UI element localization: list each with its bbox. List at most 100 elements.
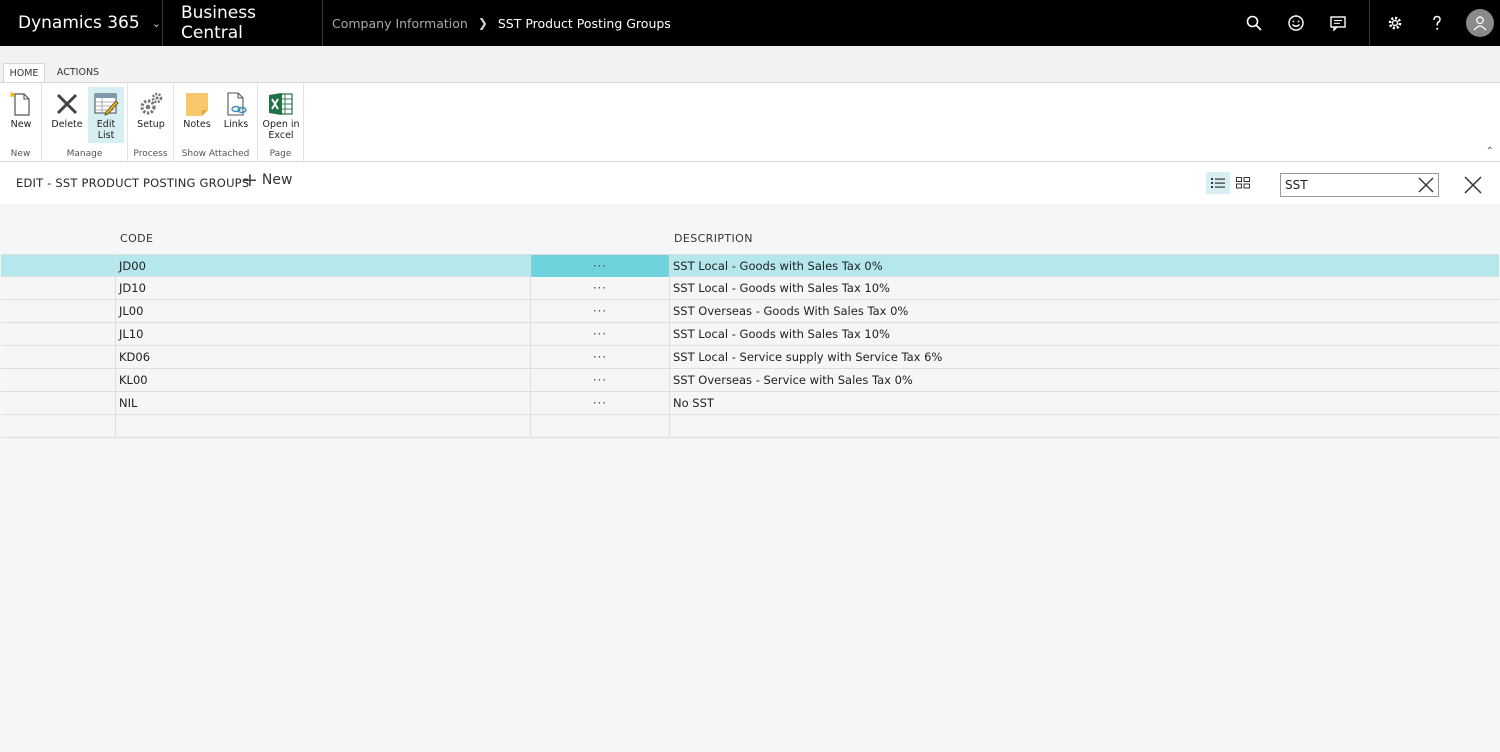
list-view-icon[interactable] [1206,172,1230,194]
ribbon-group-process: Setup Process [128,83,174,161]
description-cell[interactable]: No SST [670,392,1499,414]
description-cell[interactable]: SST Overseas - Service with Sales Tax 0% [670,369,1499,391]
table-row[interactable]: JL00 ··· SST Overseas - Goods With Sales… [1,300,1499,323]
product-name: Dynamics 365 [18,13,140,33]
new-record-button[interactable]: + New [242,169,293,191]
chevron-right-icon: ❯ [477,16,488,30]
excel-icon [269,93,293,115]
setup-gears-icon [140,92,163,115]
code-cell[interactable]: JL10 [116,323,531,345]
notes-button[interactable]: Notes [179,87,215,143]
description-cell[interactable]: SST Overseas - Goods With Sales Tax 0% [670,300,1499,322]
top-divider [1369,0,1370,46]
column-header-code[interactable]: CODE [120,232,153,245]
description-cell[interactable]: SST Local - Service supply with Service … [670,346,1499,368]
page-title: EDIT - SST PRODUCT POSTING GROUPS [16,176,250,190]
description-cell[interactable]: SST Local - Goods with Sales Tax 10% [670,277,1499,299]
row-selector[interactable] [1,346,116,368]
row-selector[interactable] [1,323,116,345]
description-cell[interactable] [670,415,1499,437]
ribbon-area: HOME ACTIONS New New Delete Edit List Ma… [0,46,1500,162]
delete-button-label: Delete [51,119,83,130]
grid-header: CODE DESCRIPTION [1,204,1499,254]
new-button[interactable]: New [4,87,38,143]
row-menu-button[interactable]: ··· [531,369,670,391]
group-label-page: Page [269,149,292,159]
product-switcher[interactable]: Dynamics 365 ⌄ [0,0,163,46]
edit-list-button[interactable]: Edit List [88,87,124,143]
group-label-show-attached: Show Attached [181,149,250,159]
table-row[interactable]: NIL ··· No SST [1,392,1499,415]
new-button-label: New [10,119,32,130]
row-selector[interactable] [1,369,116,391]
description-cell[interactable]: SST Local - Goods with Sales Tax 10% [670,323,1499,345]
smiley-icon[interactable] [1275,0,1317,46]
row-selector[interactable] [1,415,116,437]
ribbon: New New Delete Edit List Manage Setup Pr… [0,82,1500,162]
gear-icon[interactable] [1374,0,1416,46]
table-row[interactable]: KD06 ··· SST Local - Service supply with… [1,346,1499,369]
row-menu-button[interactable]: ··· [531,277,670,299]
top-icons [1233,0,1500,46]
plus-icon: + [242,169,258,191]
clear-search-icon[interactable] [1416,175,1436,195]
row-menu-button[interactable]: ··· [531,323,670,345]
help-icon[interactable] [1416,0,1458,46]
row-menu-button[interactable]: ··· [531,392,670,414]
table-row[interactable]: JD00 ··· SST Local - Goods with Sales Ta… [1,254,1499,277]
table-row[interactable]: KL00 ··· SST Overseas - Service with Sal… [1,369,1499,392]
delete-button[interactable]: Delete [49,87,85,143]
code-cell[interactable]: NIL [116,392,531,414]
ribbon-group-manage: Delete Edit List Manage [42,83,128,161]
row-menu-button[interactable]: ··· [531,346,670,368]
collapse-ribbon-icon[interactable]: ⌃ [1486,146,1494,157]
tile-view-icon[interactable] [1232,172,1254,194]
breadcrumb: Company Information ❯ SST Product Postin… [323,0,671,46]
chevron-down-icon: ⌄ [151,16,161,30]
row-selector[interactable] [1,392,116,414]
code-cell[interactable]: KL00 [116,369,531,391]
chat-icon[interactable] [1317,0,1359,46]
code-cell[interactable]: JD00 [116,255,531,277]
search-box [1280,173,1439,197]
tab-actions[interactable]: ACTIONS [50,63,106,82]
tab-home[interactable]: HOME [3,63,45,82]
search-input[interactable] [1281,174,1411,196]
code-cell[interactable]: JL00 [116,300,531,322]
breadcrumb-parent[interactable]: Company Information [332,16,468,31]
search-icon[interactable] [1233,0,1275,46]
row-menu-button[interactable]: ··· [531,255,670,277]
column-header-description[interactable]: DESCRIPTION [674,232,753,245]
code-cell[interactable]: KD06 [116,346,531,368]
notes-button-label: Notes [183,119,211,130]
notes-icon [186,93,208,116]
group-label-manage: Manage [66,149,103,159]
code-cell[interactable]: JD10 [116,277,531,299]
group-label-new: New [10,149,31,159]
edit-list-label-1: Edit [96,119,116,130]
app-name[interactable]: Business Central [163,0,323,46]
close-icon[interactable] [1462,174,1484,196]
edit-list-icon [94,93,119,116]
new-document-icon [10,91,30,116]
delete-icon [56,93,78,115]
setup-button[interactable]: Setup [133,87,169,143]
excel-label-2: Excel [268,130,294,141]
user-icon[interactable] [1466,9,1494,37]
description-cell[interactable]: SST Local - Goods with Sales Tax 0% [670,255,1499,277]
table-row-new[interactable] [1,415,1499,438]
row-selector[interactable] [1,277,116,299]
row-menu-button[interactable]: ··· [531,300,670,322]
links-button-label: Links [223,119,249,130]
posting-groups-grid: CODE DESCRIPTION JD00 ··· SST Local - Go… [1,204,1499,438]
row-selector[interactable] [1,300,116,322]
table-row[interactable]: JL10 ··· SST Local - Goods with Sales Ta… [1,323,1499,346]
code-cell[interactable] [116,415,531,437]
new-record-label: New [261,172,293,188]
links-icon [227,92,247,116]
row-selector[interactable] [1,255,116,277]
open-in-excel-button[interactable]: Open in Excel [262,87,300,143]
setup-button-label: Setup [137,119,165,130]
table-row[interactable]: JD10 ··· SST Local - Goods with Sales Ta… [1,277,1499,300]
links-button[interactable]: Links [218,87,254,143]
